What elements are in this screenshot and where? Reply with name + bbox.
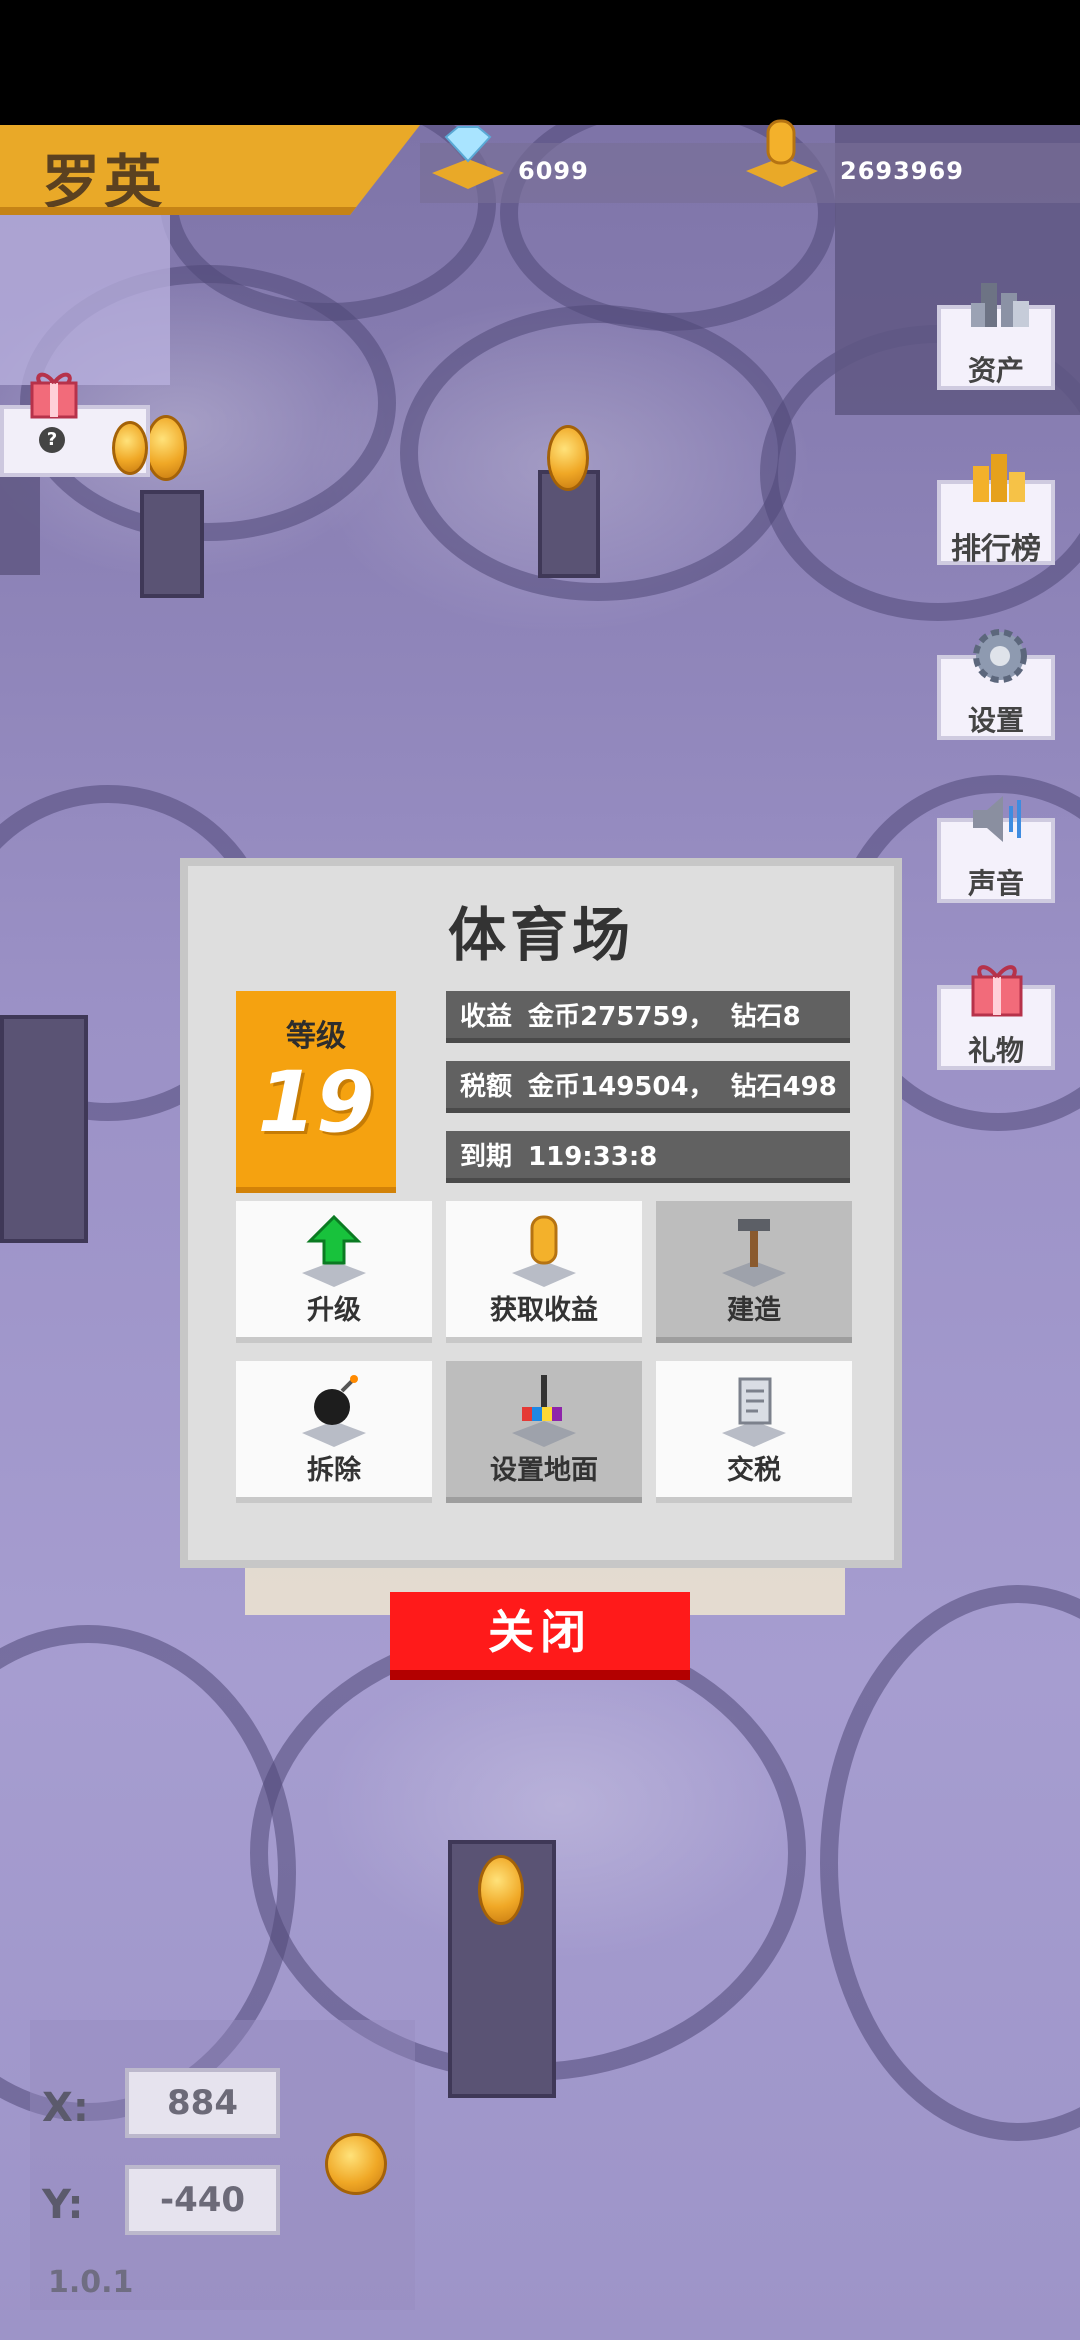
version-label: 1.0.1 [48, 2265, 134, 2300]
stadium-center [140, 490, 204, 598]
leaderboard-button[interactable]: 排行榜 [937, 454, 1055, 567]
coin-icon[interactable] [145, 415, 187, 481]
coin-icon [112, 421, 148, 475]
income-diamond: 钻石8 [730, 1002, 801, 1032]
bomb-icon [302, 1375, 366, 1447]
assets-label: 资产 [967, 354, 1024, 387]
build-button[interactable]: 建造 [656, 1201, 852, 1343]
building-info-dialog: 体育场 等级 19 收益 金币275759， 钻石8 税额 金币149504， 钻石49… [180, 858, 902, 1568]
build-label: 建造 [727, 1295, 781, 1326]
assets-icon [971, 283, 1029, 327]
income-row: 收益 金币275759， 钻石8 [446, 991, 850, 1043]
level-value: 19 [257, 1053, 375, 1151]
sound-button[interactable]: 声音 [937, 796, 1055, 903]
status-bar [0, 0, 1080, 125]
gold-count: 2693969 [840, 157, 964, 185]
gift-button[interactable]: 礼物 [937, 965, 1055, 1070]
player-name: 罗英 [42, 148, 167, 216]
demolish-label: 拆除 [307, 1455, 361, 1486]
demolish-button[interactable]: 拆除 [236, 1361, 432, 1503]
level-label: 等级 [286, 1019, 346, 1054]
income-label: 收益 [460, 1002, 513, 1032]
leaderboard-label: 排行榜 [951, 532, 1041, 567]
diamond-icon [432, 126, 504, 189]
close-button[interactable]: 关闭 [390, 1592, 690, 1680]
tax-document-icon [722, 1377, 786, 1447]
expire-label: 到期 [460, 1142, 513, 1172]
upgrade-label: 升级 [307, 1295, 361, 1326]
leaderboard-icon [973, 454, 1025, 502]
collect-income-button[interactable]: 获取收益 [446, 1201, 642, 1343]
stadium-center [0, 1015, 88, 1243]
coin-icon[interactable] [547, 425, 589, 491]
coin-icon[interactable] [478, 1855, 524, 1925]
sound-label: 声音 [967, 867, 1024, 900]
x-label: X: [42, 2085, 89, 2131]
gift-hint: ? [39, 427, 65, 453]
assets-button[interactable]: 资产 [937, 283, 1055, 390]
tax-diamond: 钻石498 [730, 1072, 837, 1102]
player-name-plate[interactable]: 罗英 [0, 125, 420, 215]
gold-icon [746, 119, 818, 187]
top-bar: 6099 2693969 罗英 [0, 119, 1080, 220]
resource-strip: 6099 2693969 [420, 119, 1080, 203]
expire-row: 到期 119:33:8 [446, 1131, 850, 1183]
collect-income-label: 获取收益 [490, 1295, 598, 1326]
income-gold: 金币275759， [528, 1002, 715, 1032]
coin-icon [512, 1215, 576, 1287]
tax-gold: 金币149504， [528, 1072, 715, 1102]
gift-icon [971, 965, 1023, 1017]
daily-gift-button[interactable]: ? [0, 372, 150, 477]
gift-label: 礼物 [967, 1034, 1024, 1067]
hammer-icon [722, 1219, 786, 1287]
upgrade-arrow-icon [302, 1214, 366, 1287]
tax-row: 税额 金币149504， 钻石498 [446, 1061, 850, 1113]
tax-label: 税额 [460, 1072, 513, 1102]
y-coordinate: -440 [125, 2165, 280, 2235]
pay-tax-label: 交税 [727, 1455, 781, 1486]
gear-icon [973, 629, 1027, 683]
level-badge: 等级 19 [236, 991, 396, 1193]
building-stadium-10 [820, 1585, 1080, 2141]
settings-button[interactable]: 设置 [937, 629, 1055, 740]
upgrade-button[interactable]: 升级 [236, 1201, 432, 1343]
y-label: Y: [42, 2182, 84, 2228]
building-title: 体育场 [447, 901, 634, 969]
settings-label: 设置 [967, 704, 1024, 737]
set-ground-label: 设置地面 [490, 1455, 598, 1486]
paint-roller-icon [512, 1375, 576, 1447]
locate-coin-icon[interactable] [325, 2133, 387, 2195]
x-coordinate: 884 [125, 2068, 280, 2138]
expire-value: 119:33:8 [528, 1142, 658, 1172]
gift-icon [30, 372, 78, 419]
speaker-icon [973, 796, 1021, 842]
diamond-count: 6099 [518, 157, 589, 185]
set-ground-button[interactable]: 设置地面 [446, 1361, 642, 1503]
pay-tax-button[interactable]: 交税 [656, 1361, 852, 1503]
